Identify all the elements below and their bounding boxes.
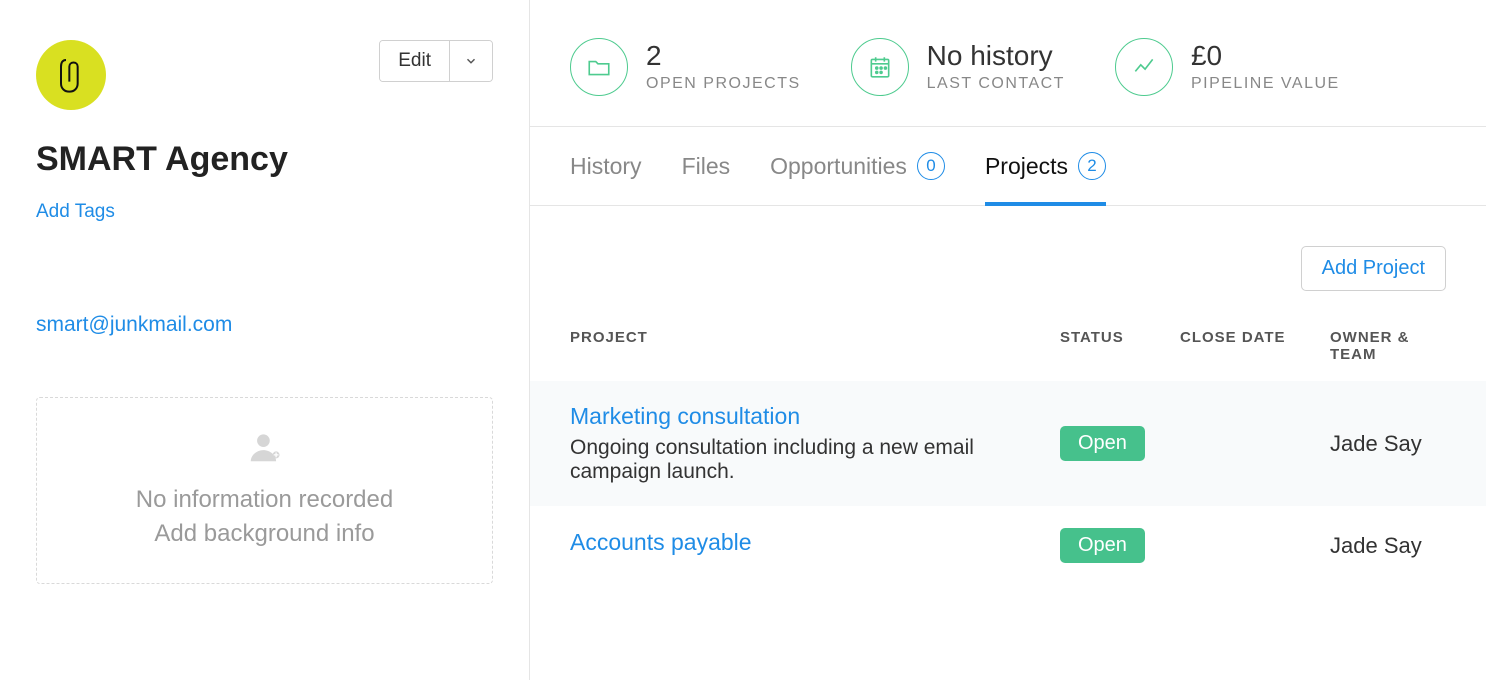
tab-opportunities-count: 0 xyxy=(917,152,945,180)
chevron-down-icon xyxy=(464,54,478,68)
table-row: Accounts payable Open Jade Say xyxy=(530,506,1486,585)
add-person-icon xyxy=(47,428,482,471)
tab-projects-label: Projects xyxy=(985,153,1068,180)
company-avatar xyxy=(36,40,106,110)
col-header-project: PROJECT xyxy=(570,329,1060,363)
no-info-text: No information recorded xyxy=(47,486,482,514)
add-project-button[interactable]: Add Project xyxy=(1301,246,1446,291)
projects-table-header: PROJECT STATUS CLOSE DATE OWNER & TEAM xyxy=(530,319,1486,381)
edit-button-group: Edit xyxy=(379,40,493,82)
stat-pipeline-value-value: £0 xyxy=(1191,41,1340,72)
stat-open-projects-label: OPEN PROJECTS xyxy=(646,75,801,93)
projects-subheader: Add Project xyxy=(530,206,1486,319)
sidebar: Edit SMART Agency Add Tags smart@junkmai… xyxy=(0,0,530,680)
stat-pipeline-value-label: PIPELINE VALUE xyxy=(1191,75,1340,93)
project-link[interactable]: Marketing consultation xyxy=(570,403,800,429)
col-header-owner: OWNER & TEAM xyxy=(1330,329,1446,363)
status-badge: Open xyxy=(1060,426,1145,461)
tab-files[interactable]: Files xyxy=(682,127,731,205)
main-panel: 2 OPEN PROJECTS No history LAST CONTACT xyxy=(530,0,1486,680)
stat-last-contact-label: LAST CONTACT xyxy=(927,75,1065,93)
tabs-nav: History Files Opportunities 0 Projects 2 xyxy=(530,126,1486,206)
stats-row: 2 OPEN PROJECTS No history LAST CONTACT xyxy=(530,0,1486,126)
sidebar-top: Edit xyxy=(36,40,493,110)
add-background-link[interactable]: Add background info xyxy=(47,520,482,548)
col-header-status: STATUS xyxy=(1060,329,1180,363)
company-email-link[interactable]: smart@junkmail.com xyxy=(36,313,232,337)
edit-dropdown-button[interactable] xyxy=(449,41,492,81)
stat-pipeline-value: £0 PIPELINE VALUE xyxy=(1115,38,1340,96)
folder-icon xyxy=(570,38,628,96)
trend-icon xyxy=(1115,38,1173,96)
table-row: Marketing consultation Ongoing consultat… xyxy=(530,381,1486,506)
stat-open-projects-value: 2 xyxy=(646,41,801,72)
tab-projects-count: 2 xyxy=(1078,152,1106,180)
tab-projects[interactable]: Projects 2 xyxy=(985,127,1106,205)
project-link[interactable]: Accounts payable xyxy=(570,529,752,555)
tab-history[interactable]: History xyxy=(570,127,642,205)
edit-button[interactable]: Edit xyxy=(380,41,449,81)
project-owner: Jade Say xyxy=(1330,431,1446,457)
tab-opportunities[interactable]: Opportunities 0 xyxy=(770,127,945,205)
calendar-icon xyxy=(851,38,909,96)
background-info-card: No information recorded Add background i… xyxy=(36,397,493,584)
project-description: Ongoing consultation including a new ema… xyxy=(570,436,1000,484)
status-badge: Open xyxy=(1060,528,1145,563)
stat-open-projects: 2 OPEN PROJECTS xyxy=(570,38,801,96)
tab-opportunities-label: Opportunities xyxy=(770,153,907,180)
stat-last-contact-value: No history xyxy=(927,41,1065,72)
paperclip-icon xyxy=(51,55,91,95)
stat-last-contact: No history LAST CONTACT xyxy=(851,38,1065,96)
col-header-close-date: CLOSE DATE xyxy=(1180,329,1330,363)
project-owner: Jade Say xyxy=(1330,533,1446,559)
company-name: SMART Agency xyxy=(36,140,493,179)
app-layout: Edit SMART Agency Add Tags smart@junkmai… xyxy=(0,0,1486,680)
add-tags-link[interactable]: Add Tags xyxy=(36,201,115,223)
